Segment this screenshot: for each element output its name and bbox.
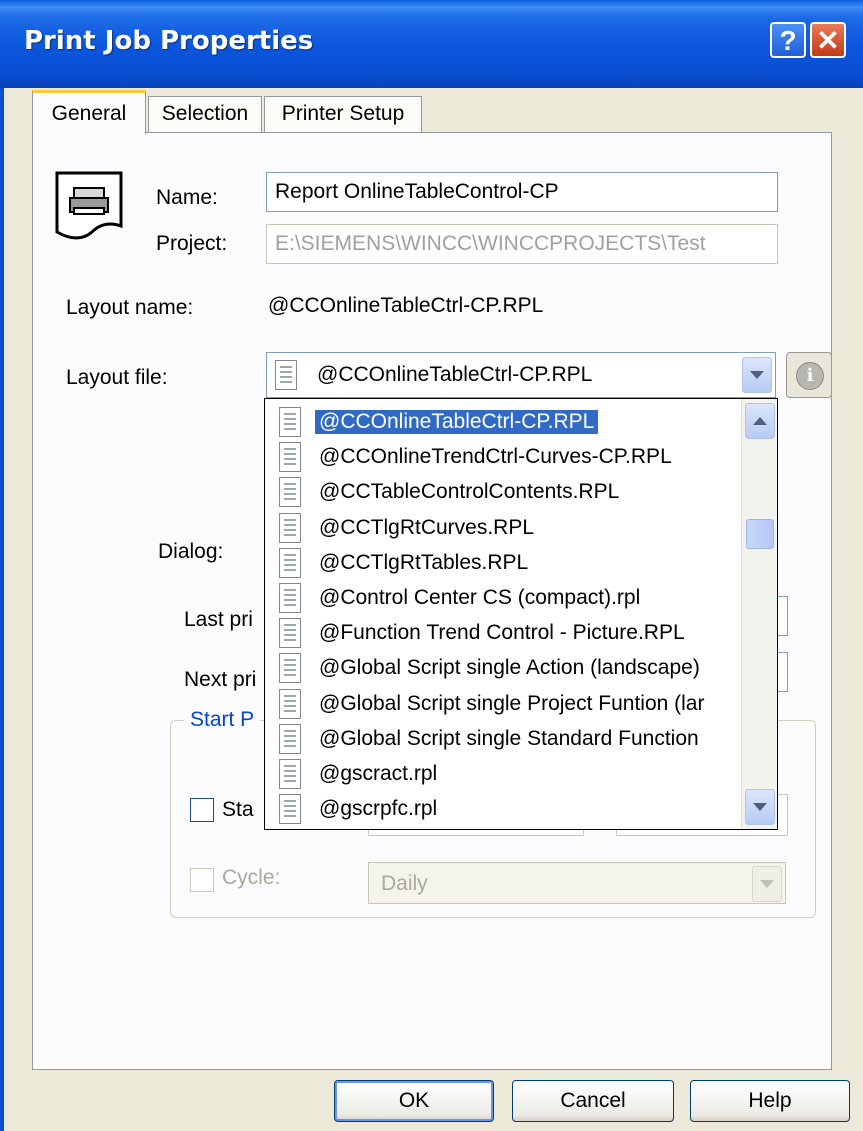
titlebar-close-button[interactable]: ✕ bbox=[810, 22, 846, 58]
dropdown-item[interactable]: @CCOnlineTableCtrl-CP.RPL bbox=[269, 405, 739, 439]
tab-general-label: General bbox=[51, 102, 127, 125]
layout-file-value: @CCOnlineTableCtrl-CP.RPL bbox=[317, 363, 593, 386]
next-print-label: Next pri bbox=[184, 668, 257, 691]
start-checkbox-label: Sta bbox=[222, 798, 254, 821]
dropdown-item-label: @CCTlgRtTables.RPL bbox=[319, 550, 529, 574]
dropdown-item-label: @CCOnlineTrendCtrl-Curves-CP.RPL bbox=[319, 445, 672, 469]
cancel-button[interactable]: Cancel bbox=[512, 1080, 674, 1122]
dropdown-item[interactable]: @CCTlgRtCurves.RPL bbox=[269, 511, 739, 545]
tab-selection-label: Selection bbox=[161, 102, 249, 125]
name-label: Name: bbox=[156, 186, 218, 209]
help-button[interactable]: Help bbox=[690, 1080, 850, 1122]
dropdown-item-label: @Global Script single Standard Function bbox=[319, 726, 699, 750]
last-print-label: Last pri bbox=[184, 608, 253, 631]
dropdown-item-label: @Global Script single Project Funtion (l… bbox=[319, 691, 705, 715]
name-field[interactable]: Report OnlineTableControl-CP bbox=[266, 172, 778, 212]
layout-file-dropdown-list[interactable]: @CCOnlineTableCtrl-CP.RPL @CCOnlineTrendC… bbox=[264, 398, 778, 830]
document-icon bbox=[279, 723, 301, 754]
dropdown-item[interactable]: @Function Trend Control - Picture.RPL bbox=[269, 616, 739, 650]
dropdown-item[interactable]: @Global Script single Action (landscape) bbox=[269, 651, 739, 685]
dialog-label: Dialog: bbox=[158, 540, 224, 563]
dropdown-item-label: @gscract.rpl bbox=[319, 762, 438, 785]
window-title: Print Job Properties bbox=[24, 26, 314, 56]
dropdown-item[interactable]: @Global Script single Project Funtion (l… bbox=[269, 687, 739, 721]
dropdown-item-label: @CCTlgRtCurves.RPL bbox=[319, 515, 535, 539]
tab-general[interactable]: General bbox=[32, 90, 146, 134]
document-icon bbox=[279, 442, 301, 473]
chevron-down-icon bbox=[750, 371, 764, 379]
document-icon bbox=[279, 583, 301, 613]
layout-info-button[interactable]: i bbox=[786, 352, 832, 398]
layout-name-label: Layout name: bbox=[66, 296, 194, 319]
titlebar-help-button[interactable]: ? bbox=[770, 22, 806, 58]
printer-icon bbox=[55, 171, 123, 240]
dropdown-item-label: @Control Center CS (compact).rpl bbox=[319, 586, 641, 609]
document-icon bbox=[279, 512, 301, 543]
document-icon bbox=[279, 653, 301, 684]
cycle-label: Cycle: bbox=[222, 866, 281, 889]
tab-printer-setup[interactable]: Printer Setup bbox=[264, 96, 422, 132]
layout-file-dropdown-button[interactable] bbox=[742, 357, 772, 393]
cycle-combo: Daily bbox=[368, 862, 786, 904]
document-icon bbox=[279, 547, 301, 578]
scroll-thumb[interactable] bbox=[746, 519, 774, 549]
document-icon bbox=[279, 759, 301, 789]
project-label: Project: bbox=[156, 232, 228, 255]
tab-selection[interactable]: Selection bbox=[148, 96, 262, 132]
layout-file-combo[interactable]: @CCOnlineTableCtrl-CP.RPL bbox=[266, 352, 776, 398]
scroll-down-button[interactable] bbox=[745, 789, 775, 825]
start-group-title: Start P bbox=[184, 708, 261, 732]
info-icon: i bbox=[796, 362, 824, 390]
dropdown-item-label: @CCTableControlContents.RPL bbox=[319, 480, 620, 504]
scroll-up-button[interactable] bbox=[745, 403, 775, 439]
document-icon bbox=[279, 477, 301, 508]
dropdown-item-label: @CCOnlineTableCtrl-CP.RPL bbox=[315, 410, 599, 434]
dropdown-item[interactable]: @gscract.rpl bbox=[269, 757, 739, 791]
dropdown-scrollbar[interactable] bbox=[741, 399, 777, 829]
dropdown-item[interactable]: @Control Center CS (compact).rpl bbox=[269, 581, 739, 615]
project-field: E:\SIEMENS\WINCC\WINCCPROJECTS\Test bbox=[266, 224, 778, 264]
document-icon bbox=[279, 618, 301, 649]
document-icon bbox=[279, 794, 301, 825]
dropdown-item[interactable]: @Global Script single Standard Function bbox=[269, 722, 739, 756]
document-icon bbox=[279, 688, 301, 719]
start-checkbox[interactable] bbox=[190, 798, 214, 822]
document-icon bbox=[279, 407, 301, 437]
dropdown-item-label: @Function Trend Control - Picture.RPL bbox=[319, 621, 685, 645]
dropdown-item-label: @Global Script single Action (landscape) bbox=[319, 656, 700, 680]
chevron-down-icon bbox=[760, 880, 774, 888]
dropdown-item-label: @gscrpfc.rpl bbox=[319, 797, 438, 821]
dropdown-item[interactable]: @CCTableControlContents.RPL bbox=[269, 475, 739, 509]
dropdown-item[interactable]: @CCTlgRtTables.RPL bbox=[269, 546, 739, 580]
chevron-up-icon bbox=[753, 417, 767, 425]
cycle-checkbox bbox=[190, 868, 214, 892]
layout-file-label: Layout file: bbox=[66, 366, 168, 389]
window-left-border bbox=[0, 88, 4, 1131]
cycle-value: Daily bbox=[381, 872, 428, 895]
ok-button[interactable]: OK bbox=[334, 1080, 494, 1122]
cycle-dropdown-button bbox=[752, 866, 782, 902]
layout-name-value: @CCOnlineTableCtrl-CP.RPL bbox=[268, 294, 544, 317]
document-icon bbox=[275, 360, 297, 390]
dropdown-item[interactable]: @gscrpfc.rpl bbox=[269, 792, 739, 826]
dropdown-item[interactable]: @CCOnlineTrendCtrl-Curves-CP.RPL bbox=[269, 440, 739, 474]
tab-printer-setup-label: Printer Setup bbox=[281, 102, 405, 125]
chevron-down-icon bbox=[753, 803, 767, 811]
